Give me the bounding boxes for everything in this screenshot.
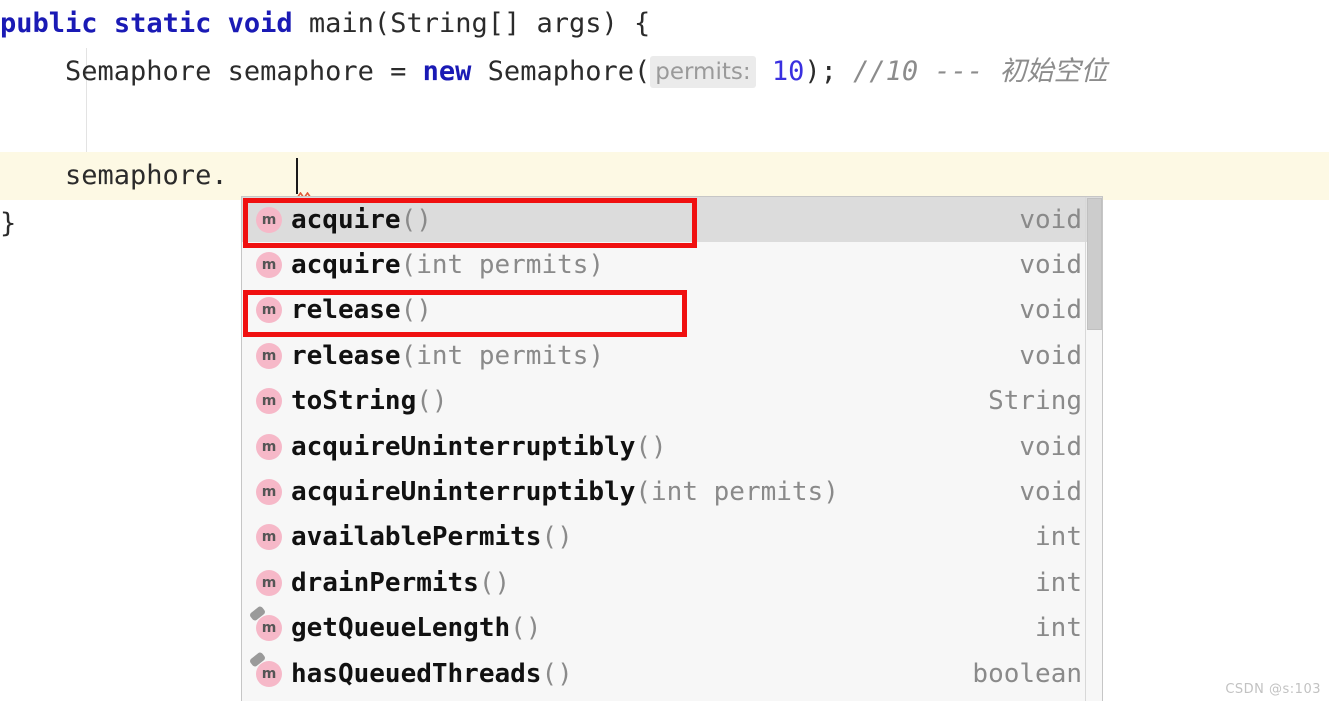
method-inherited-icon: m (256, 615, 282, 642)
code-token: 初始空位 (999, 56, 1108, 87)
method-icon: m (256, 479, 282, 506)
code-line-4-current[interactable]: semaphore. (0, 152, 1329, 200)
completion-item-availablePermits[interactable]: m availablePermits() int (242, 515, 1102, 560)
completion-item-name: hasQueuedThreads (291, 658, 542, 689)
method-icon-letter: m (261, 438, 277, 455)
completion-item-params: (int permits) (400, 250, 605, 281)
completion-item-name: acquire (291, 204, 401, 235)
completion-item-params: () (478, 567, 511, 598)
completion-item-name: acquireUninterruptibly (291, 431, 636, 462)
completion-item-name: release (291, 295, 401, 326)
code-token: //10 --- (853, 56, 1000, 87)
completion-item-return-type: String (988, 386, 1082, 417)
method-icon-letter: m (261, 257, 277, 274)
method-icon: m (256, 569, 282, 596)
code-token: new (422, 56, 472, 87)
completion-item-return-type: void (1019, 340, 1082, 371)
code-token: main(String[] args) { (292, 8, 651, 39)
completion-item-acquireUninterruptibly[interactable]: m acquireUninterruptibly() void (242, 424, 1102, 469)
method-icon-letter: m (261, 347, 277, 364)
completion-item-release[interactable]: m release() void (242, 288, 1102, 333)
parameter-hint-badge: permits: (650, 56, 756, 88)
code-token: static (113, 8, 212, 39)
method-icon: m (256, 297, 282, 324)
method-icon: m (256, 206, 282, 233)
completion-item-acquireUninterruptibly[interactable]: m acquireUninterruptibly (int permits) void (242, 469, 1102, 514)
method-icon-letter: m (261, 665, 277, 682)
completion-item-acquire[interactable]: m acquire() void (242, 197, 1102, 243)
completion-item-return-type: void (1019, 431, 1082, 462)
method-icon-letter: m (261, 484, 277, 501)
completion-item-return-type: void (1019, 250, 1082, 281)
method-icon-letter: m (261, 620, 277, 637)
method-icon-letter: m (261, 211, 277, 228)
completion-item-toString[interactable]: m toString() String (242, 379, 1102, 424)
completion-item-return-type: int (1035, 567, 1082, 598)
method-icon: m (256, 524, 282, 551)
completion-item-name: availablePermits (291, 522, 542, 553)
completion-scrollbar[interactable] (1085, 197, 1102, 701)
method-icon: m (256, 252, 282, 279)
completion-item-return-type: void (1019, 204, 1082, 235)
method-icon: m (256, 433, 282, 460)
completion-item-name: release (291, 340, 401, 371)
code-token: 10 (771, 56, 805, 87)
completion-item-acquire[interactable]: m acquire (int permits) void (242, 242, 1102, 287)
completion-item-name: toString (291, 386, 417, 417)
completion-item-return-type: int (1035, 522, 1082, 553)
method-icon: m (256, 388, 282, 415)
code-token: Semaphore semaphore = (0, 56, 423, 87)
method-icon-letter: m (261, 393, 277, 410)
method-icon-letter: m (261, 574, 277, 591)
completion-item-params: () (541, 522, 573, 553)
completion-item-drainPermits[interactable]: m drainPermits() int (242, 560, 1102, 605)
completion-item-return-type: void (1019, 295, 1082, 326)
completion-item-params: () (400, 204, 432, 235)
completion-item-return-type: int (1035, 613, 1082, 644)
code-token: public (0, 8, 98, 39)
code-line-3[interactable] (0, 100, 1329, 148)
completion-item-name: drainPermits (291, 567, 479, 598)
method-icon: m (256, 342, 282, 369)
completion-item-params: (int permits) (635, 477, 839, 508)
code-completion-popup[interactable]: m acquire() void m acquire (int permits) void m… (241, 196, 1103, 701)
completion-item-params: () (400, 295, 432, 326)
completion-item-return-type: boolean (972, 658, 1082, 689)
completion-list[interactable]: m acquire() void m acquire (int permits) void m… (242, 197, 1102, 696)
text-caret (296, 158, 298, 194)
code-token: ); (804, 56, 854, 87)
watermark: CSDN @s:103 (1225, 682, 1321, 697)
completion-item-params: (int permits) (400, 340, 605, 371)
completion-item-params: () (541, 658, 573, 689)
completion-item-name: acquire (291, 250, 401, 281)
ide-editor-screen: public static void main(String[] args) {… (0, 0, 1329, 701)
method-icon-letter: m (261, 529, 277, 546)
completion-item-hasQueuedThreads[interactable]: m hasQueuedThreads() boolean (242, 651, 1102, 696)
code-token: } (0, 208, 17, 239)
code-token: void (227, 8, 293, 39)
code-token: Semaphore( (471, 56, 651, 87)
code-line-2[interactable]: Semaphore semaphore = new Semaphore(perm… (0, 48, 1329, 96)
method-icon-letter: m (261, 302, 277, 319)
method-inherited-icon: m (256, 660, 282, 687)
completion-item-return-type: void (1019, 477, 1082, 508)
completion-item-getQueueLength[interactable]: m getQueueLength() int (242, 606, 1102, 651)
code-token: semaphore. (0, 160, 228, 191)
code-line-1[interactable]: public static void main(String[] args) { (0, 0, 1329, 48)
completion-item-params: () (510, 613, 542, 644)
completion-item-name: acquireUninterruptibly (291, 477, 636, 508)
completion-scrollbar-thumb[interactable] (1087, 198, 1102, 330)
completion-item-params: () (416, 386, 448, 417)
completion-item-name: getQueueLength (291, 613, 511, 644)
completion-item-release[interactable]: m release (int permits) void (242, 333, 1102, 378)
completion-item-params: () (635, 431, 667, 462)
